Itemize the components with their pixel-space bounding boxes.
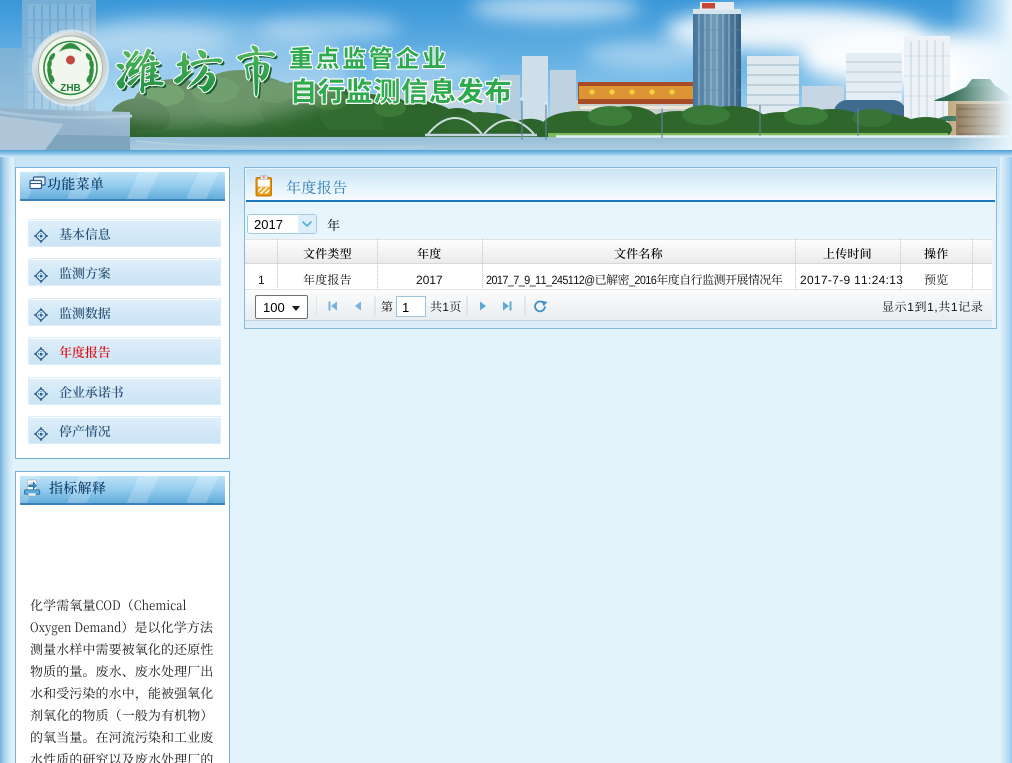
svg-text:ZHB: ZHB: [60, 83, 81, 94]
